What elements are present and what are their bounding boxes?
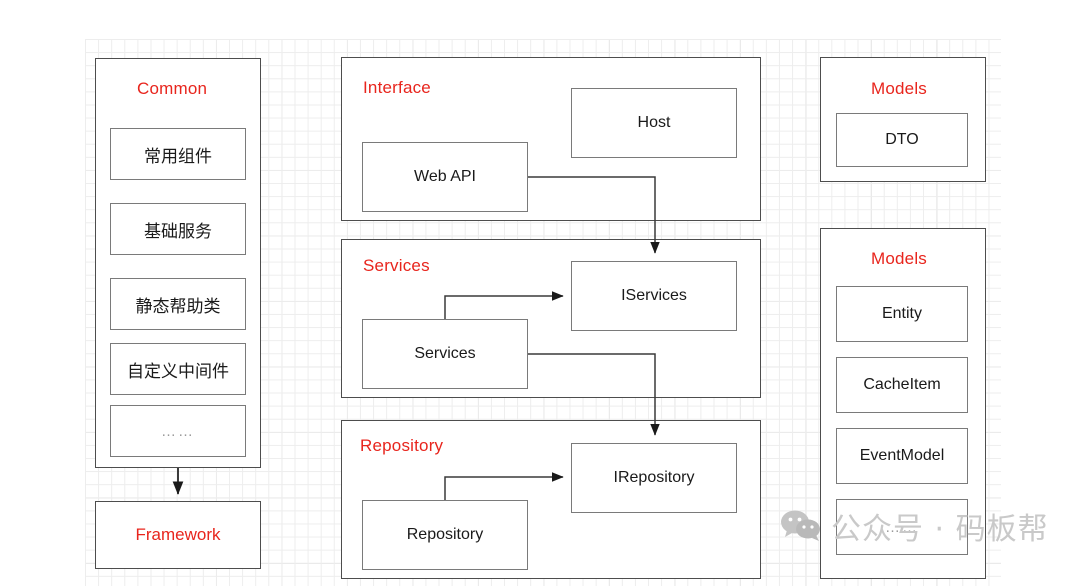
web-api-node[interactable]: Web API (362, 142, 528, 212)
common-item-0-label: 常用组件 (144, 146, 212, 166)
cacheitem-label: CacheItem (863, 376, 941, 393)
framework-label: Framework (135, 525, 221, 544)
models-panel-top-title: Models (871, 79, 928, 98)
dto-label: DTO (885, 131, 919, 148)
models-item-ellipsis[interactable]: …… (836, 499, 968, 555)
framework-box[interactable]: Framework (95, 501, 261, 569)
common-item-0[interactable]: 常用组件 (110, 128, 246, 180)
repository-node[interactable]: Repository (362, 500, 528, 570)
cacheitem-node[interactable]: CacheItem (836, 357, 968, 413)
eventmodel-node[interactable]: EventModel (836, 428, 968, 484)
services-panel-title: Services (363, 256, 430, 275)
iservices-label: IServices (621, 287, 687, 304)
irepository-node[interactable]: IRepository (571, 443, 737, 513)
models-panel-bottom-title: Models (871, 249, 928, 268)
common-item-2-label: 静态帮助类 (135, 296, 221, 316)
web-api-label: Web API (414, 168, 476, 185)
common-item-1[interactable]: 基础服务 (110, 203, 246, 255)
common-panel-title: Common (137, 79, 208, 98)
common-item-3-label: 自定义中间件 (127, 361, 229, 381)
irepository-label: IRepository (613, 469, 695, 486)
dto-node[interactable]: DTO (836, 113, 968, 167)
entity-label: Entity (881, 305, 922, 322)
services-node[interactable]: Services (362, 319, 528, 389)
wechat-icon (781, 510, 820, 541)
host-label: Host (637, 114, 671, 131)
repository-panel-title: Repository (360, 436, 444, 455)
common-item-2[interactable]: 静态帮助类 (110, 278, 246, 330)
common-item-4-label: …… (161, 422, 195, 440)
iservices-node[interactable]: IServices (571, 261, 737, 331)
services-label: Services (414, 345, 476, 362)
repository-label: Repository (406, 526, 484, 543)
diagram-canvas: Common 常用组件 基础服务 静态帮助类 自定义中间件 …… Framewo… (0, 0, 1080, 586)
common-item-4[interactable]: …… (110, 405, 246, 457)
common-item-1-label: 基础服务 (144, 221, 212, 241)
host-node[interactable]: Host (571, 88, 737, 158)
entity-node[interactable]: Entity (836, 286, 968, 342)
interface-panel-title: Interface (363, 78, 431, 97)
eventmodel-label: EventModel (859, 447, 945, 464)
models-item-ellipsis-label: …… (885, 518, 919, 536)
common-item-3[interactable]: 自定义中间件 (110, 343, 246, 395)
